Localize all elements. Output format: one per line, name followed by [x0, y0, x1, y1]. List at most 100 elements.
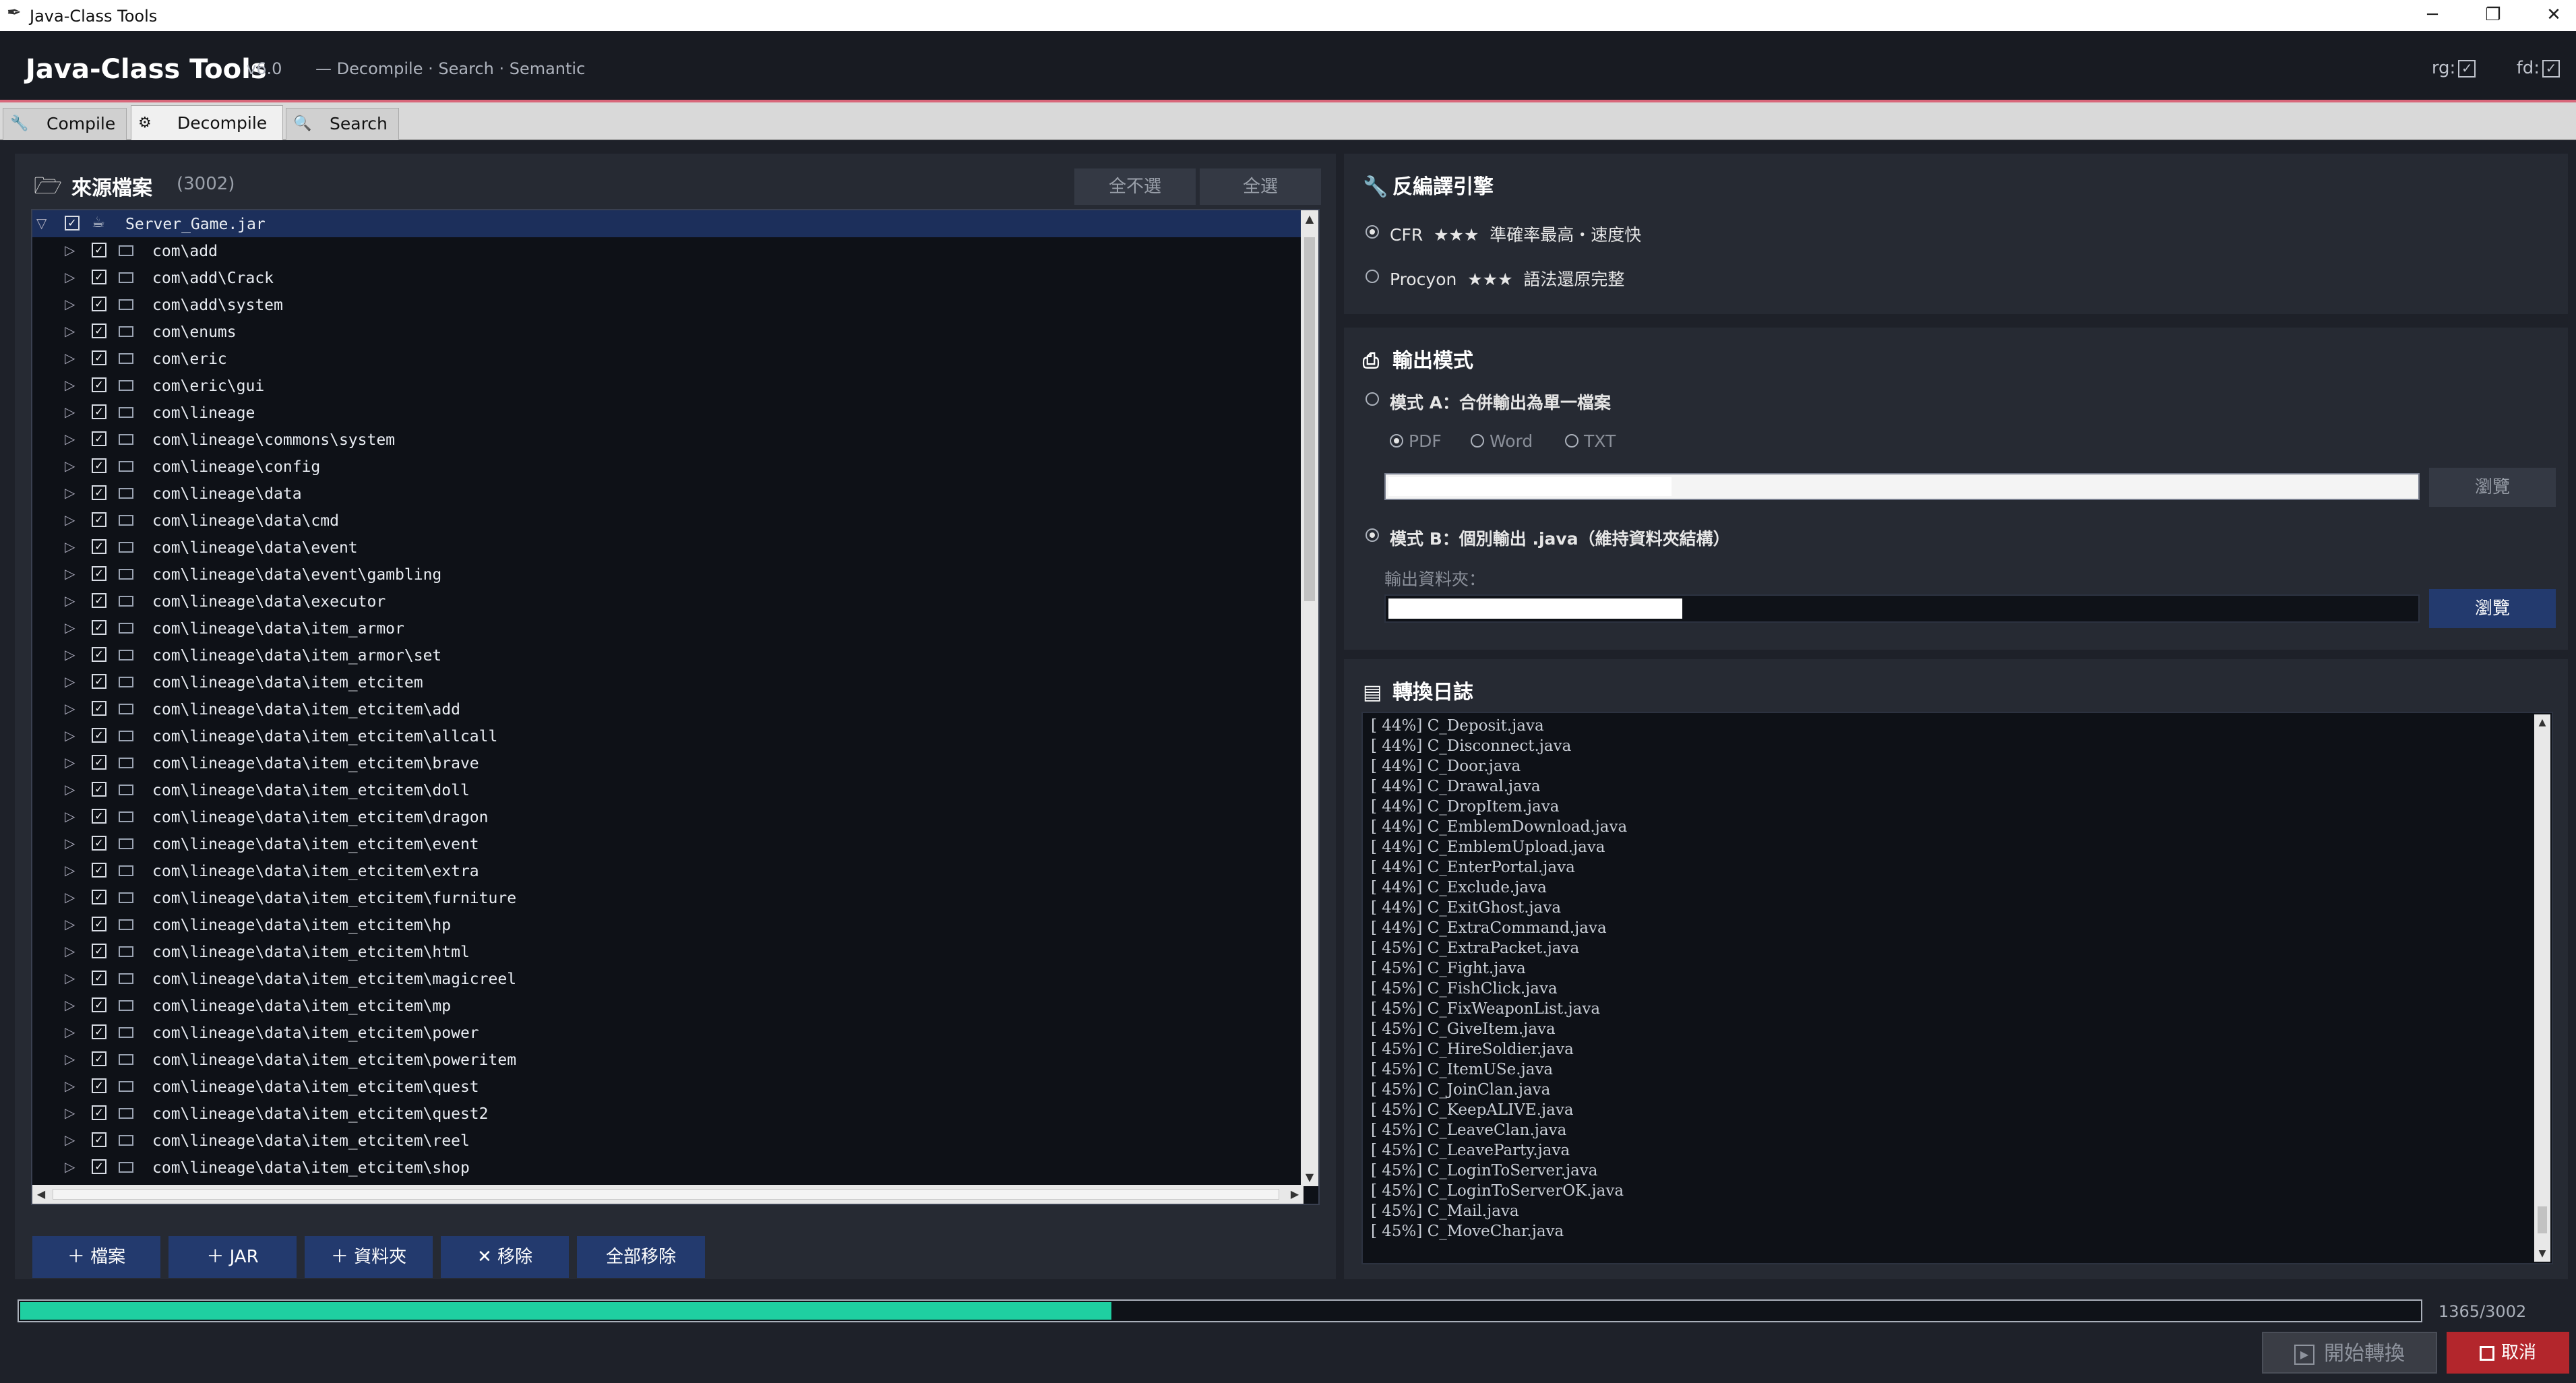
tree-package-row[interactable]: ▷ ✓ com\enums	[32, 318, 1301, 345]
format-word-label[interactable]: Word	[1490, 431, 1533, 451]
package-checkbox[interactable]: ✓	[92, 1078, 106, 1093]
tree-package-row[interactable]: ▷ ✓ com\lineage\data\item_etcitem\dragon	[32, 803, 1301, 830]
expand-arrow-icon[interactable]: ▷	[65, 1051, 75, 1067]
expand-arrow-icon[interactable]: ▷	[65, 350, 75, 366]
engine-procyon-label[interactable]: Procyon ★★★ 語法還原完整	[1390, 266, 1624, 290]
minimize-button[interactable]: ─	[2402, 0, 2463, 31]
scroll-up-arrow-icon[interactable]: ▲	[1301, 210, 1318, 228]
tree-package-row[interactable]: ▷ ✓ com\lineage\data\item_etcitem\doll	[32, 776, 1301, 803]
engine-procyon-radio[interactable]	[1366, 270, 1379, 283]
expand-arrow-icon[interactable]: ▷	[65, 431, 75, 447]
tree-package-row[interactable]: ▷ ✓ com\lineage\data\cmd	[32, 507, 1301, 534]
format-pdf-radio[interactable]	[1390, 434, 1403, 448]
expand-arrow-icon[interactable]: ▷	[65, 592, 75, 609]
package-checkbox[interactable]: ✓	[92, 485, 106, 500]
package-checkbox[interactable]: ✓	[92, 243, 106, 257]
log-output[interactable]: [ 44%] C_Deposit.java [ 44%] C_Disconnect…	[1361, 712, 2553, 1264]
expand-arrow-icon[interactable]: ▷	[65, 242, 75, 258]
add-file-button[interactable]: ＋ 檔案	[32, 1236, 160, 1278]
expand-arrow-icon[interactable]: ▷	[65, 700, 75, 716]
expand-arrow-icon[interactable]: ▷	[65, 727, 75, 743]
expand-arrow-icon[interactable]: ▷	[65, 1132, 75, 1148]
tree-package-row[interactable]: ▷ ✓ com\lineage	[32, 399, 1301, 426]
expand-arrow-icon[interactable]: ▷	[65, 269, 75, 285]
expand-arrow-icon[interactable]: ▷	[65, 565, 75, 582]
package-checkbox[interactable]: ✓	[92, 458, 106, 473]
close-window-button[interactable]: ✕	[2523, 0, 2576, 31]
single-file-path-input[interactable]	[1384, 473, 2420, 500]
tree-package-row[interactable]: ▷ ✓ com\lineage\data\item_etcitem\furnitur…	[32, 884, 1301, 911]
fd-toggle[interactable]: fd: ✓	[2499, 58, 2560, 78]
cancel-button[interactable]: 取消	[2447, 1332, 2569, 1374]
expand-arrow-icon[interactable]: ▷	[65, 646, 75, 663]
add-folder-button[interactable]: ＋ 資料夾	[305, 1236, 433, 1278]
browse-folder-button[interactable]: 瀏覽	[2429, 589, 2556, 628]
scroll-down-arrow-icon[interactable]: ▼	[1301, 1169, 1318, 1186]
fd-checkbox[interactable]: ✓	[2542, 59, 2560, 78]
package-checkbox[interactable]: ✓	[92, 297, 106, 311]
tree-package-row[interactable]: ▷ ✓ com\lineage\data\item_etcitem\quest2	[32, 1100, 1301, 1127]
package-checkbox[interactable]: ✓	[92, 917, 106, 931]
package-checkbox[interactable]: ✓	[92, 863, 106, 878]
expand-arrow-icon[interactable]: ▷	[65, 485, 75, 501]
tree-hscroll-thumb[interactable]	[53, 1189, 1279, 1200]
package-checkbox[interactable]: ✓	[92, 377, 106, 392]
package-checkbox[interactable]: ✓	[92, 755, 106, 770]
expand-arrow-icon[interactable]: ▷	[65, 997, 75, 1013]
remove-all-button[interactable]: 全部移除	[577, 1236, 705, 1278]
start-conversion-button[interactable]: ▶ 開始轉換	[2262, 1332, 2437, 1374]
expand-arrow-icon[interactable]: ▷	[65, 458, 75, 474]
expand-arrow-icon[interactable]: ▷	[65, 512, 75, 528]
tree-root-row[interactable]: ▽ ✓ ☕ Server_Game.jar	[32, 210, 1301, 237]
package-checkbox[interactable]: ✓	[92, 674, 106, 689]
collapse-arrow-icon[interactable]: ▽	[36, 215, 47, 231]
log-scroll-thumb[interactable]	[2538, 1206, 2547, 1233]
expand-arrow-icon[interactable]: ▷	[65, 781, 75, 797]
package-checkbox[interactable]: ✓	[92, 270, 106, 284]
package-checkbox[interactable]: ✓	[92, 324, 106, 338]
maximize-button[interactable]: ❐	[2463, 0, 2523, 31]
mode-a-radio[interactable]	[1366, 392, 1379, 406]
browse-file-button[interactable]: 瀏覽	[2429, 468, 2556, 507]
package-checkbox[interactable]: ✓	[92, 809, 106, 824]
tree-package-row[interactable]: ▷ ✓ com\lineage\data\executor	[32, 588, 1301, 615]
tree-package-row[interactable]: ▷ ✓ com\lineage\data\item_etcitem\html	[32, 938, 1301, 965]
package-checkbox[interactable]: ✓	[92, 1051, 106, 1066]
package-checkbox[interactable]: ✓	[92, 701, 106, 716]
expand-arrow-icon[interactable]: ▷	[65, 377, 75, 393]
expand-arrow-icon[interactable]: ▷	[65, 970, 75, 986]
tree-scroll-thumb[interactable]	[1304, 237, 1315, 601]
package-checkbox[interactable]: ✓	[92, 971, 106, 985]
root-checkbox[interactable]: ✓	[65, 216, 80, 230]
tree-package-row[interactable]: ▷ ✓ com\lineage\data\event	[32, 534, 1301, 561]
expand-arrow-icon[interactable]: ▷	[65, 1159, 75, 1175]
package-checkbox[interactable]: ✓	[92, 512, 106, 527]
tree-vertical-scrollbar[interactable]: ▲ ▼	[1301, 210, 1318, 1186]
tree-package-row[interactable]: ▷ ✓ com\lineage\commons\system	[32, 426, 1301, 453]
log-scrollbar[interactable]: ▲ ▼	[2534, 714, 2550, 1262]
format-txt-radio[interactable]	[1565, 434, 1578, 448]
rg-checkbox[interactable]: ✓	[2458, 59, 2476, 78]
tree-package-row[interactable]: ▷ ✓ com\lineage\data\item_etcitem\brave	[32, 749, 1301, 776]
tree-package-row[interactable]: ▷ ✓ com\eric\gui	[32, 372, 1301, 399]
add-jar-button[interactable]: ＋ JAR	[168, 1236, 297, 1278]
rg-toggle[interactable]: rg: ✓	[2414, 58, 2476, 78]
tab-compile[interactable]: 🔧 Compile	[3, 108, 127, 140]
scroll-left-arrow-icon[interactable]: ◀	[32, 1185, 50, 1204]
mode-b-radio[interactable]	[1366, 528, 1379, 542]
scroll-up-arrow-icon[interactable]: ▲	[2534, 714, 2550, 731]
format-pdf-label[interactable]: PDF	[1409, 431, 1442, 451]
expand-arrow-icon[interactable]: ▷	[65, 835, 75, 851]
format-txt-label[interactable]: TXT	[1584, 431, 1616, 451]
tree-package-row[interactable]: ▷ ✓ com\lineage\data\event\gambling	[32, 561, 1301, 588]
select-all-button[interactable]: 全選	[1200, 168, 1321, 205]
package-checkbox[interactable]: ✓	[92, 593, 106, 608]
package-checkbox[interactable]: ✓	[92, 431, 106, 446]
expand-arrow-icon[interactable]: ▷	[65, 673, 75, 689]
expand-arrow-icon[interactable]: ▷	[65, 1078, 75, 1094]
output-folder-input[interactable]	[1384, 594, 2420, 623]
tree-package-row[interactable]: ▷ ✓ com\lineage\data\item_etcitem\magicree…	[32, 965, 1301, 992]
expand-arrow-icon[interactable]: ▷	[65, 889, 75, 905]
deselect-all-button[interactable]: 全不選	[1074, 168, 1196, 205]
package-checkbox[interactable]: ✓	[92, 566, 106, 581]
